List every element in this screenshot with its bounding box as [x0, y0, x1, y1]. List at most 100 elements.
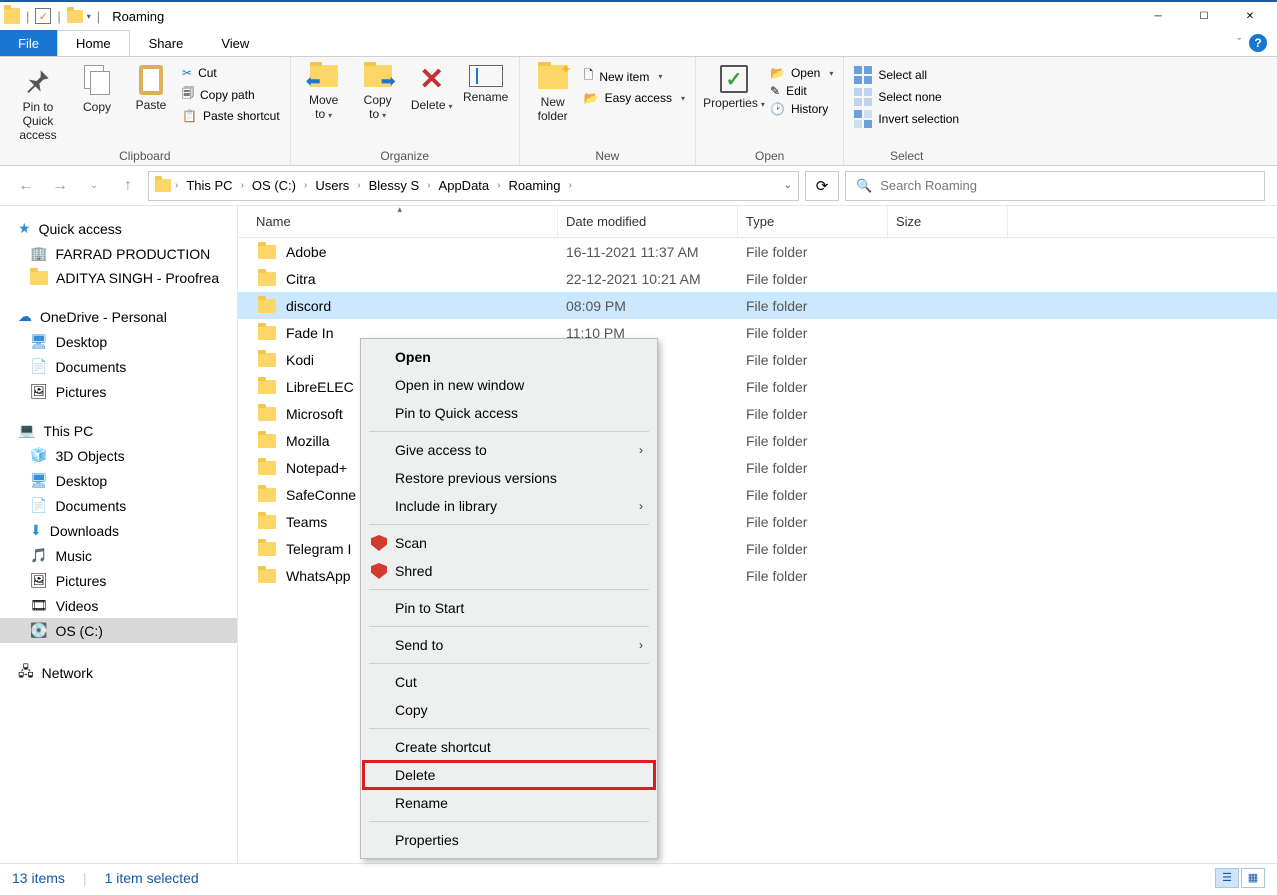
chevron-right-icon[interactable]: › [355, 180, 362, 191]
chevron-right-icon[interactable]: › [239, 180, 246, 191]
column-name[interactable]: Name▴ [238, 206, 558, 237]
view-details-button[interactable]: ☰ [1215, 868, 1239, 888]
ctx-pin-start[interactable]: Pin to Start [363, 594, 655, 622]
search-input[interactable]: 🔍 Search Roaming [845, 171, 1265, 201]
ctx-open-new-window[interactable]: Open in new window [363, 371, 655, 399]
separator [369, 589, 649, 590]
up-button[interactable]: ↑ [114, 172, 142, 200]
maximize-button[interactable]: ☐ [1181, 1, 1227, 31]
paste-shortcut-button[interactable]: 📋Paste shortcut [180, 108, 282, 124]
forward-button[interactable]: → [46, 172, 74, 200]
ctx-pin-quick[interactable]: Pin to Quick access [363, 399, 655, 427]
nav-music[interactable]: 🎵Music [0, 543, 237, 568]
help-icon[interactable]: ? [1249, 34, 1267, 52]
nav-onedrive[interactable]: ☁OneDrive - Personal [0, 304, 237, 329]
column-type[interactable]: Type [738, 206, 888, 237]
easy-access-button[interactable]: 📂Easy access▾ [582, 90, 687, 106]
breadcrumb-item[interactable]: AppData [435, 178, 494, 193]
ctx-create-shortcut[interactable]: Create shortcut [363, 733, 655, 761]
nav-thispc[interactable]: 💻This PC [0, 418, 237, 443]
nav-videos[interactable]: 🎞Videos [0, 593, 237, 618]
nav-documents2[interactable]: 📄Documents [0, 493, 237, 518]
pc-icon: 💻 [18, 422, 35, 439]
nav-3dobjects[interactable]: 🧊3D Objects [0, 443, 237, 468]
copy-to-button[interactable]: ➡ Copy to▾ [353, 61, 403, 126]
view-large-icons-button[interactable]: ▦ [1241, 868, 1265, 888]
qat-folder-icon[interactable] [67, 10, 83, 23]
ctx-restore-versions[interactable]: Restore previous versions [363, 464, 655, 492]
select-none-button[interactable]: Select none [852, 87, 961, 107]
select-all-button[interactable]: Select all [852, 65, 961, 85]
nav-os-c[interactable]: 💽OS (C:) [0, 618, 237, 643]
open-button[interactable]: 📂Open▾ [768, 65, 835, 81]
ctx-copy[interactable]: Copy [363, 696, 655, 724]
chevron-right-icon[interactable]: › [567, 180, 574, 191]
nav-desktop[interactable]: 🖥Desktop [0, 329, 237, 354]
chevron-right-icon[interactable]: › [425, 180, 432, 191]
properties-button[interactable]: Properties▾ [704, 61, 764, 115]
new-item-button[interactable]: 🗋New item▾ [582, 65, 687, 88]
table-row[interactable]: Citra22-12-2021 10:21 AMFile folder [238, 265, 1277, 292]
ctx-cut[interactable]: Cut [363, 668, 655, 696]
pin-quick-access-button[interactable]: Pin to Quick access [8, 61, 68, 146]
recent-dropdown-icon[interactable]: ⌄ [80, 172, 108, 200]
address-dropdown-icon[interactable]: ⌄ [784, 180, 792, 191]
ctx-give-access[interactable]: Give access to› [363, 436, 655, 464]
nav-downloads[interactable]: ⬇Downloads [0, 518, 237, 543]
chevron-right-icon: › [639, 638, 643, 652]
invert-selection-button[interactable]: Invert selection [852, 109, 961, 129]
breadcrumb-item[interactable]: Blessy S [365, 178, 424, 193]
chevron-right-icon[interactable]: › [302, 180, 309, 191]
ctx-scan[interactable]: Scan [363, 529, 655, 557]
separator: | [26, 9, 29, 24]
collapse-ribbon-icon[interactable]: ˇ [1237, 37, 1241, 49]
close-button[interactable]: ✕ [1227, 1, 1273, 31]
table-row[interactable]: discord08:09 PMFile folder [238, 292, 1277, 319]
delete-button[interactable]: ✕ Delete▾ [407, 61, 457, 117]
nav-farrad[interactable]: 🏢FARRAD PRODUCTION [0, 241, 237, 266]
tab-share[interactable]: Share [130, 30, 203, 56]
ctx-delete[interactable]: Delete [363, 761, 655, 789]
minimize-button[interactable]: ─ [1135, 1, 1181, 31]
address-bar[interactable]: › This PC› OS (C:)› Users› Blessy S› App… [148, 171, 799, 201]
nav-quick-access[interactable]: ★Quick access [0, 216, 237, 241]
refresh-button[interactable]: ⟳ [805, 171, 839, 201]
qat-checkbox-icon[interactable]: ✓ [35, 8, 51, 24]
tab-file[interactable]: File [0, 30, 57, 56]
nav-desktop2[interactable]: 🖥Desktop [0, 468, 237, 493]
nav-pictures2[interactable]: 🖼Pictures [0, 568, 237, 593]
copy-button[interactable]: Copy [72, 61, 122, 119]
column-size[interactable]: Size [888, 206, 1008, 237]
group-label-open: Open [704, 147, 835, 163]
ctx-shred[interactable]: Shred [363, 557, 655, 585]
column-date[interactable]: Date modified [558, 206, 738, 237]
nav-pictures[interactable]: 🖼Pictures [0, 379, 237, 404]
new-folder-button[interactable]: ✦ New folder [528, 61, 578, 128]
breadcrumb-item[interactable]: OS (C:) [248, 178, 300, 193]
qat-dropdown-icon[interactable]: ▾ [87, 12, 91, 21]
chevron-right-icon[interactable]: › [495, 180, 502, 191]
tab-home[interactable]: Home [57, 30, 130, 56]
ctx-open[interactable]: Open [363, 343, 655, 371]
breadcrumb-item[interactable]: Roaming [504, 178, 564, 193]
ctx-send-to[interactable]: Send to› [363, 631, 655, 659]
breadcrumb-item[interactable]: Users [311, 178, 353, 193]
ctx-rename[interactable]: Rename [363, 789, 655, 817]
back-button[interactable]: ← [12, 172, 40, 200]
rename-button[interactable]: Rename [461, 61, 511, 109]
history-button[interactable]: 🕑History [768, 101, 835, 117]
table-row[interactable]: Adobe16-11-2021 11:37 AMFile folder [238, 238, 1277, 265]
paste-button[interactable]: Paste [126, 61, 176, 117]
ctx-include-library[interactable]: Include in library› [363, 492, 655, 520]
move-to-button[interactable]: ⬅ Move to▾ [299, 61, 349, 126]
nav-network[interactable]: 🖧Network [0, 657, 237, 689]
tab-view[interactable]: View [202, 30, 268, 56]
chevron-right-icon[interactable]: › [173, 180, 180, 191]
nav-documents[interactable]: 📄Documents [0, 354, 237, 379]
nav-aditya[interactable]: ADITYA SINGH - Proofrea [0, 266, 237, 290]
cut-button[interactable]: Cut [180, 65, 282, 81]
ctx-properties[interactable]: Properties [363, 826, 655, 854]
breadcrumb-item[interactable]: This PC [182, 178, 236, 193]
copy-path-button[interactable]: 🗐Copy path [180, 83, 282, 106]
edit-button[interactable]: ✎Edit [768, 83, 835, 99]
